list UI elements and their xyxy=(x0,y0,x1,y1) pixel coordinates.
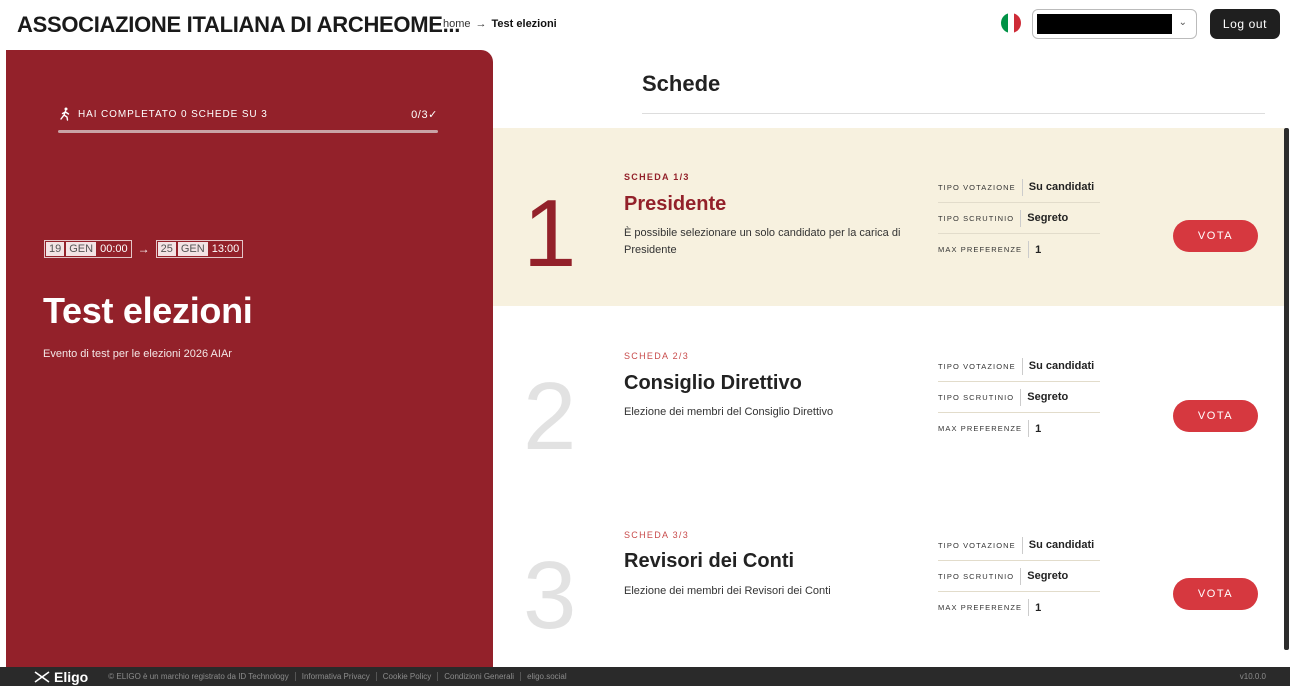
meta-label: TIPO SCRUTINIO xyxy=(938,388,1022,406)
meta-row: TIPO VOTAZIONE Su candidati xyxy=(938,351,1100,382)
divider xyxy=(642,113,1265,114)
scheda-number: 2 xyxy=(523,363,577,470)
meta-value: 1 xyxy=(1035,601,1042,614)
footer-link-conditions[interactable]: Condizioni Generali xyxy=(438,672,522,681)
check-icon: ✓ xyxy=(428,108,438,121)
app-version: v10.0.0 xyxy=(1239,672,1266,681)
scheda-label: SCHEDA 3/3 xyxy=(624,530,690,540)
top-bar: ASSOCIAZIONE ITALIANA DI ARCHEOME... hom… xyxy=(0,0,1290,50)
meta-label: TIPO SCRUTINIO xyxy=(938,209,1022,227)
meta-row: MAX PREFERENZE 1 xyxy=(938,592,1100,623)
start-time: 00:00 xyxy=(100,243,128,255)
start-date: 19 GEN 00:00 xyxy=(44,240,132,258)
meta-row: MAX PREFERENZE 1 xyxy=(938,234,1100,265)
scheda-number: 1 xyxy=(523,180,577,287)
logout-button[interactable]: Log out xyxy=(1210,9,1280,39)
scheda-description: Elezione dei membri del Consiglio Dirett… xyxy=(624,406,834,418)
end-month: GEN xyxy=(177,242,208,256)
scheda-name: Revisori dei Conti xyxy=(624,550,795,572)
meta-value: 1 xyxy=(1035,422,1042,435)
footer-link-privacy[interactable]: Informativa Privacy xyxy=(296,672,377,681)
event-title: Test elezioni xyxy=(43,290,253,331)
end-date: 25 GEN 13:00 xyxy=(155,240,244,258)
meta-label: TIPO VOTAZIONE xyxy=(938,178,1023,196)
end-time: 13:00 xyxy=(211,243,240,255)
page-title: Schede xyxy=(642,71,721,96)
scheda-name: Presidente xyxy=(624,193,727,215)
scheda-card: 1 SCHEDA 1/3 Presidente È possibile sele… xyxy=(493,128,1284,306)
meta-label: TIPO VOTAZIONE xyxy=(938,357,1023,375)
meta-value: Segreto xyxy=(1027,212,1069,224)
start-day: 19 xyxy=(46,242,65,256)
footer: Eligo © ELIGO è un marchio registrato da… xyxy=(0,667,1290,686)
user-select[interactable]: ⌄ xyxy=(1032,9,1197,39)
scheda-label: SCHEDA 2/3 xyxy=(624,351,690,361)
breadcrumb: home → Test elezioni xyxy=(443,18,557,30)
breadcrumb-home-link[interactable]: home xyxy=(443,18,471,30)
breadcrumb-current: Test elezioni xyxy=(491,18,557,30)
meta-row: MAX PREFERENZE 1 xyxy=(938,413,1100,444)
scrollbar[interactable] xyxy=(1284,128,1289,650)
meta-label: TIPO SCRUTINIO xyxy=(938,567,1022,585)
footer-link-cookie[interactable]: Cookie Policy xyxy=(377,672,439,681)
meta-value: Segreto xyxy=(1027,391,1069,403)
meta-label: MAX PREFERENZE xyxy=(938,599,1030,616)
meta-value: Segreto xyxy=(1027,570,1069,582)
meta-row: TIPO SCRUTINIO Segreto xyxy=(938,203,1100,234)
meta-row: TIPO SCRUTINIO Segreto xyxy=(938,561,1100,592)
vota-button[interactable]: VOTA xyxy=(1173,220,1258,252)
meta-label: MAX PREFERENZE xyxy=(938,420,1030,437)
scheda-number: 3 xyxy=(523,542,577,649)
scheda-name: Consiglio Direttivo xyxy=(624,372,802,394)
organization-title: ASSOCIAZIONE ITALIANA DI ARCHEOME... xyxy=(17,12,461,37)
footer-links: © ELIGO è un marchio registrato da ID Te… xyxy=(102,672,572,681)
scheda-meta: TIPO VOTAZIONE Su candidati TIPO SCRUTINI… xyxy=(938,172,1100,265)
eligo-logo-icon xyxy=(34,670,50,683)
progress-count: 0/3✓ xyxy=(411,108,438,121)
meta-row: TIPO VOTAZIONE Su candidati xyxy=(938,172,1100,203)
progress-text: HAI COMPLETATO 0 SCHEDE SU 3 xyxy=(78,108,268,120)
vota-button[interactable]: VOTA xyxy=(1173,400,1258,432)
vota-button[interactable]: VOTA xyxy=(1173,578,1258,610)
meta-value: Su candidati xyxy=(1028,181,1095,193)
meta-value: Su candidati xyxy=(1028,539,1095,551)
scheda-description: È possibile selezionare un solo candidat… xyxy=(624,227,901,256)
meta-value: Su candidati xyxy=(1028,360,1095,372)
redacted-user-name xyxy=(1037,14,1172,34)
scheda-meta: TIPO VOTAZIONE Su candidati TIPO SCRUTINI… xyxy=(938,351,1100,444)
start-month: GEN xyxy=(66,242,97,256)
scheda-card: 2 SCHEDA 2/3 Consiglio Direttivo Elezion… xyxy=(493,307,1284,485)
scheda-card: 3 SCHEDA 3/3 Revisori dei Conti Elezione… xyxy=(493,486,1284,664)
italian-flag-icon[interactable] xyxy=(1001,13,1021,33)
breadcrumb-arrow-icon: → xyxy=(475,18,487,30)
progress-row: HAI COMPLETATO 0 SCHEDE SU 3 0/3✓ xyxy=(58,107,438,121)
meta-row: TIPO SCRUTINIO Segreto xyxy=(938,382,1100,413)
meta-row: TIPO VOTAZIONE Su candidati xyxy=(938,530,1100,561)
meta-value: 1 xyxy=(1035,243,1042,256)
meta-label: MAX PREFERENZE xyxy=(938,241,1030,258)
event-dates: 19 GEN 00:00 → 25 GEN 13:00 xyxy=(44,240,244,258)
eligo-logo[interactable]: Eligo xyxy=(34,669,88,685)
end-day: 25 xyxy=(157,242,176,256)
event-panel: HAI COMPLETATO 0 SCHEDE SU 3 0/3✓ 19 GEN… xyxy=(6,50,493,670)
scheda-description: Elezione dei membri dei Revisori dei Con… xyxy=(624,585,831,597)
scheda-label: SCHEDA 1/3 xyxy=(624,172,690,182)
event-description: Evento di test per le elezioni 2026 AIAr xyxy=(43,348,232,360)
chevron-down-icon: ⌄ xyxy=(1178,17,1187,28)
walking-person-icon xyxy=(60,107,70,121)
footer-link-eligo-social[interactable]: eligo.social xyxy=(521,672,573,681)
eligo-logo-text: Eligo xyxy=(54,668,89,685)
arrow-right-icon: → xyxy=(137,242,150,256)
scheda-meta: TIPO VOTAZIONE Su candidati TIPO SCRUTINI… xyxy=(938,530,1100,623)
meta-label: TIPO VOTAZIONE xyxy=(938,536,1023,554)
progress-bar xyxy=(58,130,438,133)
footer-copyright: © ELIGO è un marchio registrato da ID Te… xyxy=(102,672,296,681)
